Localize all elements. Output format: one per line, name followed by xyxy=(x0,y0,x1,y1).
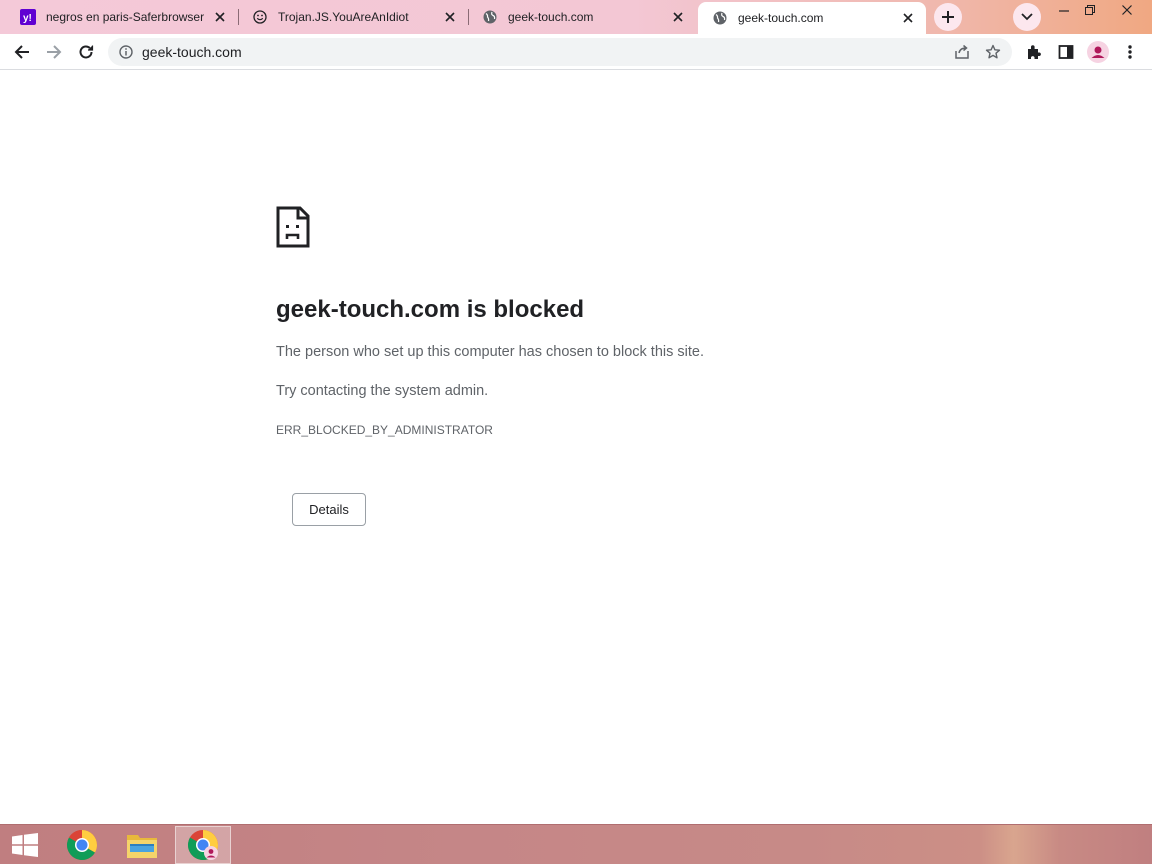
tab-title: geek-touch.com xyxy=(738,11,824,25)
extensions-puzzle-icon[interactable] xyxy=(1020,38,1048,66)
tab-strip: y! negros en paris-Saferbrowser Trojan.J… xyxy=(0,0,1152,34)
taskbar xyxy=(0,824,1152,864)
forward-button[interactable] xyxy=(40,38,68,66)
close-icon[interactable] xyxy=(442,9,458,25)
url-text[interactable]: geek-touch.com xyxy=(142,44,950,60)
profile-avatar[interactable] xyxy=(1084,38,1112,66)
info-icon[interactable] xyxy=(118,44,134,60)
svg-text:y!: y! xyxy=(23,13,32,24)
side-panel-icon[interactable] xyxy=(1052,38,1080,66)
tab-title: negros en paris-Saferbrowser xyxy=(46,10,205,24)
tab-title: Trojan.JS.YouAreAnIdiot xyxy=(278,10,409,24)
globe-icon xyxy=(482,9,498,25)
sad-page-icon xyxy=(276,206,310,248)
bookmark-star-icon[interactable] xyxy=(981,40,1005,64)
chrome-profile-icon[interactable] xyxy=(175,826,231,864)
close-icon[interactable] xyxy=(900,10,916,26)
smiley-icon xyxy=(252,9,268,25)
details-button[interactable]: Details xyxy=(292,493,366,526)
reload-button[interactable] xyxy=(72,38,100,66)
address-bar[interactable]: geek-touch.com xyxy=(108,38,1012,66)
window-close-button[interactable] xyxy=(1112,0,1142,20)
globe-icon xyxy=(712,10,728,26)
start-button[interactable] xyxy=(0,826,50,864)
page-content: geek-touch.com is blocked The person who… xyxy=(0,71,1152,824)
tab-geek-touch[interactable]: geek-touch.com xyxy=(468,0,696,34)
error-message: The person who set up this computer has … xyxy=(276,344,704,360)
close-icon[interactable] xyxy=(670,9,686,25)
share-icon[interactable] xyxy=(950,40,974,64)
restore-button[interactable] xyxy=(1075,0,1105,20)
tab-geek-touch-active[interactable]: geek-touch.com xyxy=(698,2,926,34)
file-explorer-icon[interactable] xyxy=(114,826,170,864)
browser-toolbar: geek-touch.com xyxy=(0,34,1152,70)
tab-search-button[interactable] xyxy=(1013,3,1041,31)
yahoo-icon: y! xyxy=(20,9,36,25)
chrome-icon[interactable] xyxy=(54,826,110,864)
kebab-menu-icon[interactable] xyxy=(1116,38,1144,66)
back-button[interactable] xyxy=(8,38,36,66)
error-title: geek-touch.com is blocked xyxy=(276,296,585,323)
error-code: ERR_BLOCKED_BY_ADMINISTRATOR xyxy=(276,423,493,437)
error-suggestion: Try contacting the system admin. xyxy=(276,383,489,399)
new-tab-button[interactable] xyxy=(934,3,962,31)
close-icon[interactable] xyxy=(212,9,228,25)
tab-yahoo[interactable]: y! negros en paris-Saferbrowser xyxy=(6,0,238,34)
tab-trojan[interactable]: Trojan.JS.YouAreAnIdiot xyxy=(238,0,468,34)
tab-title: geek-touch.com xyxy=(508,10,594,24)
